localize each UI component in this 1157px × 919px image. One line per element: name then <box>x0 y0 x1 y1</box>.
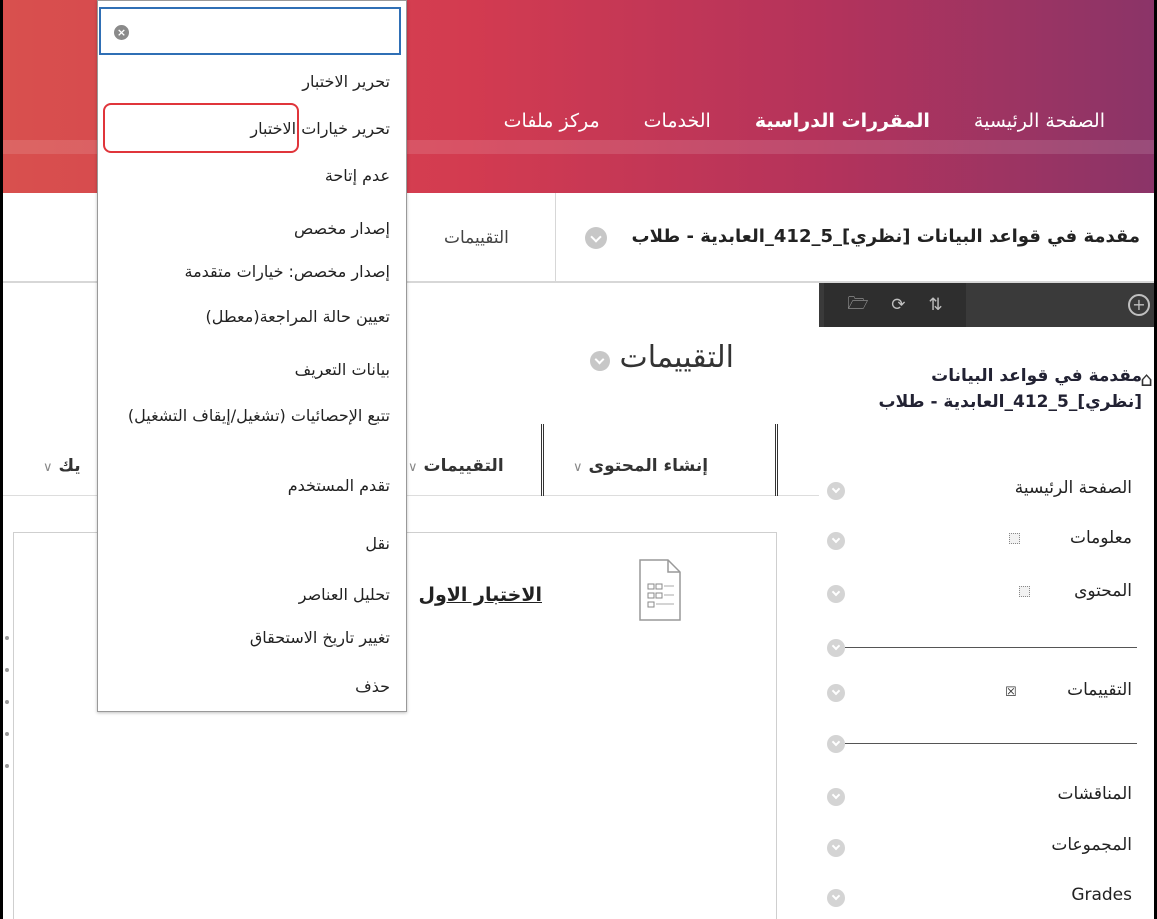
action-partial-button[interactable]: ∨ يك <box>43 456 81 476</box>
menu-item-metadata[interactable]: بيانات التعريف <box>295 358 390 381</box>
build-content-button[interactable]: إنشاء المحتوى ∨ <box>573 456 708 476</box>
course-menu-divider <box>827 638 1137 658</box>
chevron-down-icon[interactable] <box>585 227 607 249</box>
divider-line <box>845 743 1137 744</box>
content-area-icon <box>1009 533 1020 544</box>
menu-item-change-due-date[interactable]: تغيير تاريخ الاستحقاق <box>250 626 390 649</box>
menu-item-move[interactable]: نقل <box>365 532 390 555</box>
menu-item-adaptive-release-advanced[interactable]: إصدار مخصص: خيارات متقدمة <box>185 260 391 283</box>
breadcrumb-divider <box>555 193 556 281</box>
breadcrumb-current: التقييمات <box>444 228 509 248</box>
content-area-icon <box>1019 586 1030 597</box>
course-menu-item-info[interactable]: معلومات <box>819 528 1154 556</box>
chevron-down-icon[interactable] <box>827 684 845 702</box>
course-menu: 🗁 ⟳ ⇅ + ⌂ مقدمة في قواعد البيانات [نظري]… <box>819 283 1154 919</box>
menu-item-make-unavailable[interactable]: عدم إتاحة <box>325 164 390 187</box>
nav-services[interactable]: الخدمات <box>600 110 711 144</box>
course-menu-label[interactable]: معلومات <box>1070 528 1132 548</box>
dots-icon <box>5 700 9 704</box>
reorder-icon[interactable]: ⇅ <box>928 295 942 315</box>
course-menu-label[interactable]: المناقشات <box>1057 784 1132 804</box>
chevron-down-icon[interactable] <box>827 585 845 603</box>
menu-item-delete[interactable]: حذف <box>355 675 390 698</box>
chevron-down-icon: ∨ <box>43 460 53 475</box>
menu-item-set-review-status[interactable]: تعيين حالة المراجعة(معطل) <box>206 305 390 328</box>
action-bar-divider <box>541 424 544 496</box>
dots-icon <box>5 732 9 736</box>
menu-item-user-progress[interactable]: تقدم المستخدم <box>288 474 390 497</box>
divider-line <box>845 647 1137 648</box>
app-frame: الصفحة الرئيسية المقررات الدراسية الخدما… <box>0 0 1157 919</box>
menu-search-input[interactable]: × <box>99 7 401 55</box>
course-menu-label[interactable]: التقييمات <box>1067 680 1132 700</box>
add-menu-item-icon[interactable]: + <box>1128 294 1150 316</box>
page-title: التقييمات <box>619 340 734 375</box>
course-menu-item-discussions[interactable]: المناقشات <box>819 784 1154 812</box>
chevron-down-icon[interactable] <box>827 839 845 857</box>
toolbar-group: 🗁 ⟳ ⇅ <box>824 283 966 327</box>
nav-courses[interactable]: المقررات الدراسية <box>711 110 930 144</box>
chevron-down-icon[interactable] <box>827 482 845 500</box>
menu-item-adaptive-release[interactable]: إصدار مخصص <box>294 217 390 240</box>
chevron-down-icon[interactable] <box>827 889 845 907</box>
highlight-annotation <box>103 103 299 153</box>
course-menu-item-grades[interactable]: Grades <box>819 885 1154 913</box>
chevron-down-icon[interactable] <box>827 532 845 550</box>
chevron-down-icon: ∨ <box>408 460 418 475</box>
course-menu-item-home[interactable]: الصفحة الرئيسية <box>819 478 1154 506</box>
breadcrumb-course[interactable]: مقدمة في قواعد البيانات [نظري]_5_412_الع… <box>632 226 1141 247</box>
chevron-down-icon: ∨ <box>573 460 583 475</box>
nav-home[interactable]: الصفحة الرئيسية <box>930 110 1105 144</box>
course-menu-toolbar: 🗁 ⟳ ⇅ + <box>819 283 1154 327</box>
menu-item-edit-test[interactable]: تحرير الاختبار <box>302 70 390 93</box>
home-icon: ⌂ <box>1140 367 1153 391</box>
action-partial-label: يك <box>58 456 81 476</box>
chevron-down-icon[interactable] <box>827 735 845 753</box>
dots-icon <box>5 668 9 672</box>
course-menu-divider <box>827 734 1137 754</box>
test-title-link[interactable]: الاختبار الاول <box>418 584 542 606</box>
test-icon <box>639 559 681 621</box>
dots-icon <box>5 764 9 768</box>
course-menu-label[interactable]: Grades <box>1071 885 1132 905</box>
course-menu-title[interactable]: مقدمة في قواعد البيانات [نظري]_5_412_الع… <box>852 363 1142 415</box>
chevron-down-icon[interactable] <box>827 788 845 806</box>
chevron-down-icon[interactable] <box>827 639 845 657</box>
build-content-label: إنشاء المحتوى <box>588 456 709 476</box>
nav-files-center[interactable]: مركز ملفات <box>460 110 600 144</box>
course-menu-label[interactable]: المحتوى <box>1074 581 1132 601</box>
menu-item-item-analysis[interactable]: تحليل العناصر <box>299 583 390 606</box>
clear-icon[interactable]: × <box>114 25 129 40</box>
menu-item-statistics-tracking[interactable]: تتبع الإحصائيات (تشغيل/إيقاف التشغيل) <box>120 404 390 427</box>
dots-icon <box>5 636 9 640</box>
folder-icon[interactable]: 🗁 <box>847 291 868 320</box>
course-menu-label[interactable]: المجموعات <box>1051 835 1132 855</box>
course-menu-item-assessments[interactable]: التقييمات ☒ <box>819 680 1154 708</box>
refresh-icon[interactable]: ⟳ <box>891 295 905 315</box>
top-navigation: الصفحة الرئيسية المقررات الدراسية الخدما… <box>460 110 1105 144</box>
action-bar-divider <box>775 424 778 496</box>
course-menu-label[interactable]: الصفحة الرئيسية <box>1015 478 1132 498</box>
hidden-link-icon: ☒ <box>1005 685 1017 700</box>
course-menu-item-content[interactable]: المحتوى <box>819 581 1154 609</box>
assessments-menu-label: التقييمات <box>423 456 504 476</box>
chevron-down-icon[interactable] <box>590 351 610 371</box>
course-menu-item-groups[interactable]: المجموعات <box>819 835 1154 863</box>
assessments-menu-button[interactable]: التقييمات ∨ <box>408 456 504 476</box>
